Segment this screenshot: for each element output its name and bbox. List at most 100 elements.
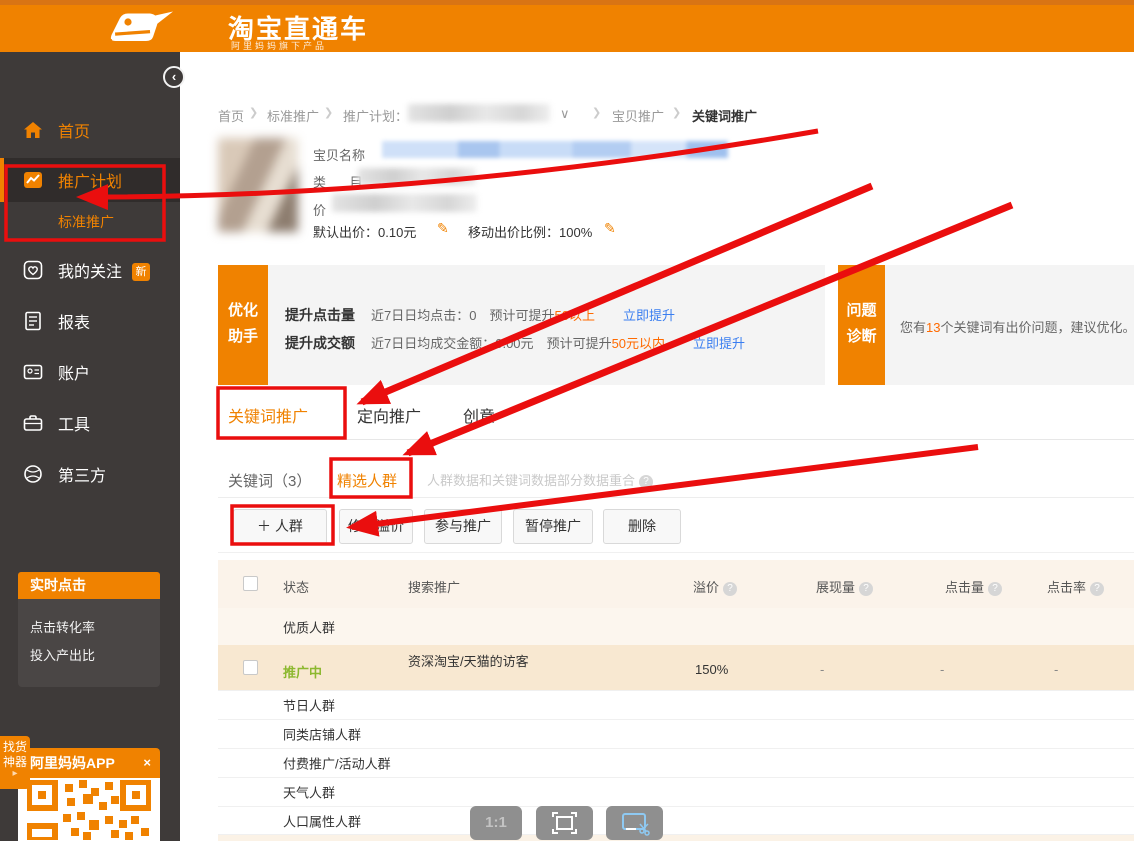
briefcase-icon (22, 412, 44, 434)
tab-targeted-promotion[interactable]: 定向推广 (357, 403, 421, 427)
table-row-active-audience[interactable]: 推广中 资深淘宝/天猫的访客 150% - - - (218, 645, 1134, 690)
app-subtitle: 阿里妈妈旗下产品 (231, 39, 327, 52)
app-qr-panel-header: 阿里妈妈APP × (18, 748, 160, 778)
train-logo-icon (106, 9, 176, 47)
default-bid: 默认出价：0.10元 (313, 222, 416, 241)
sidebar-item-roi[interactable]: 投入产出比 (30, 645, 95, 664)
sidebar-item-home[interactable]: 首页 (0, 108, 180, 152)
close-icon[interactable]: × (143, 748, 151, 778)
edit-ratio-icon[interactable]: ✎ (604, 220, 616, 237)
viewer-fit-screen-button[interactable] (536, 806, 593, 840)
breadcrumb-standard-promotion[interactable]: 标准推广 (267, 106, 319, 125)
collapse-sidebar-button[interactable]: ‹ (163, 66, 185, 88)
table-header: 状态 搜索推广 溢价? 展现量? 点击量? 点击率? (218, 560, 1134, 608)
sidebar-item-label: 工具 (58, 411, 90, 435)
help-icon[interactable]: ? (723, 582, 737, 596)
chevron-down-icon[interactable]: ∨ (560, 106, 570, 122)
boost-now-link[interactable]: 立即提升 (623, 308, 675, 323)
boost-now-link[interactable]: 立即提升 (693, 336, 745, 351)
sidebar-item-label: 推广计划 (58, 168, 122, 192)
redacted-product-name (382, 141, 728, 158)
redacted-price (332, 194, 477, 212)
column-search-promotion: 搜索推广 (408, 577, 460, 596)
audience-name: 资深淘宝/天猫的访客 (408, 651, 529, 670)
modify-premium-button[interactable]: 修改溢价 (339, 509, 413, 544)
select-all-checkbox[interactable] (243, 576, 258, 591)
new-badge: 新 (132, 263, 150, 281)
breadcrumb-separator: ❯ (249, 106, 258, 119)
home-icon (22, 119, 44, 141)
column-ctr: 点击率? (1047, 577, 1104, 596)
viewer-actual-size-button[interactable]: 1:1 (470, 806, 522, 840)
status-badge: 推广中 (283, 662, 322, 681)
group-row-weather-audience[interactable]: 天气人群 (218, 777, 1134, 806)
breadcrumb-separator: ❯ (672, 106, 681, 119)
sidebar-item-click-conversion[interactable]: 点击转化率 (30, 617, 95, 636)
sidebar-item-campaigns[interactable]: 推广计划 (0, 158, 180, 202)
row-checkbox[interactable] (243, 660, 258, 675)
breadcrumb-home[interactable]: 首页 (218, 106, 244, 125)
third-party-icon (22, 463, 44, 485)
column-impressions: 展现量? (816, 577, 873, 596)
sidebar-item-tools[interactable]: 工具 (0, 401, 180, 445)
edit-bid-icon[interactable]: ✎ (437, 220, 449, 237)
help-icon[interactable]: ? (1090, 582, 1104, 596)
sidebar-item-third-party[interactable]: 第三方 (0, 452, 180, 496)
diagnosis-panel: 您有13个关键词有出价问题，建议优化。立即优化 (885, 265, 1134, 385)
subtab-keywords[interactable]: 关键词（3） (228, 470, 311, 491)
app-qr-panel-title: 阿里妈妈APP (30, 755, 115, 771)
group-row-holiday-audience[interactable]: 节日人群 (218, 690, 1134, 719)
delete-button[interactable]: 删除 (603, 509, 681, 544)
sidebar-item-label: 首页 (58, 118, 90, 142)
group-row-premium-audience: 优质人群 (218, 608, 1134, 645)
sidebar-item-label: 账户 (58, 360, 90, 384)
toolbar-divider (218, 552, 1134, 553)
audience-data-note: 人群数据和关键词数据部分数据重合? (427, 470, 653, 489)
heart-icon (22, 259, 44, 281)
sidebar-item-standard-promotion[interactable]: 标准推广 (58, 212, 114, 232)
tab-creative[interactable]: 创意 (463, 403, 495, 427)
subtab-selected-audience[interactable]: 精选人群 (337, 470, 397, 491)
sidebar-item-account[interactable]: 账户 (0, 350, 180, 394)
resume-promotion-button[interactable]: 参与推广 (424, 509, 502, 544)
group-row-similar-shop-audience[interactable]: 同类店铺人群 (218, 719, 1134, 748)
breadcrumb-item-promotion[interactable]: 宝贝推广 (612, 106, 664, 125)
help-icon[interactable]: ? (988, 582, 1002, 596)
help-icon[interactable]: ? (859, 582, 873, 596)
fullscreen-icon (536, 806, 593, 840)
chevron-left-icon: ‹ (172, 69, 176, 84)
help-icon[interactable]: ? (639, 475, 653, 489)
optimize-row-revenue: 提升成交额近7日日均成交金额：0.00元 预计可提升50元以内立即提升 (285, 333, 745, 353)
optimize-assistant-panel: 提升点击量近7日日均点击：0 预计可提升50以上立即提升 提升成交额近7日日均成… (268, 265, 825, 385)
optimize-assistant-tab: 优化 助手 (218, 265, 268, 385)
sidebar-item-label: 报表 (58, 309, 90, 333)
column-status: 状态 (283, 577, 309, 596)
pause-promotion-button[interactable]: 暂停推广 (513, 509, 593, 544)
product-name-label: 宝贝名称 (313, 145, 365, 164)
diagnosis-message: 您有13个关键词有出价问题，建议优化。立即优化 (900, 317, 1134, 336)
add-audience-button[interactable]: ＋ 人群 (233, 509, 327, 544)
realtime-panel-title: 实时点击 (18, 572, 160, 599)
column-clicks: 点击量? (945, 577, 1002, 596)
next-section-strip (218, 835, 1134, 841)
chevron-right-icon: ▸ (0, 770, 30, 778)
qr-code (27, 780, 151, 840)
column-premium: 溢价? (693, 577, 737, 596)
impressions-value: - (820, 662, 824, 677)
realtime-panel: 点击转化率 投入产出比 (18, 599, 160, 687)
clicks-value: - (940, 662, 944, 677)
redacted-campaign-name (408, 104, 550, 122)
tabs-divider (218, 439, 1134, 440)
redacted-category (358, 168, 476, 185)
viewer-screenshot-button[interactable] (606, 806, 663, 840)
sidebar-item-favorites[interactable]: 我的关注 (0, 248, 180, 292)
group-row-demographic-audience[interactable]: 人口属性人群 (218, 806, 1134, 835)
id-card-icon (22, 361, 44, 383)
tab-keyword-promotion[interactable]: 关键词推广 (228, 403, 308, 427)
breadcrumb-current: 关键词推广 (692, 106, 757, 125)
goods-finder-tab[interactable]: 找货 神器 ▸ (0, 736, 30, 789)
sidebar-item-reports[interactable]: 报表 (0, 299, 180, 343)
premium-value: 150% (695, 662, 728, 677)
app-qr-panel (18, 778, 160, 841)
group-row-paid-activity-audience[interactable]: 付费推广/活动人群 (218, 748, 1134, 777)
